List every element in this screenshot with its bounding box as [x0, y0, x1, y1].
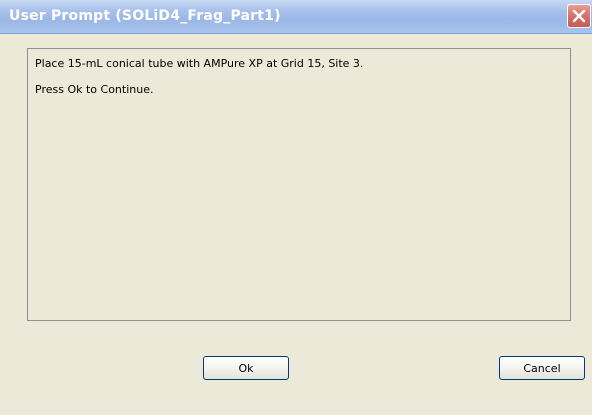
- window-title: User Prompt (SOLiD4_Frag_Part1): [9, 8, 281, 24]
- close-icon: [572, 9, 586, 23]
- instruction-text: Place 15-mL conical tube with AMPure XP …: [35, 57, 364, 70]
- cancel-button[interactable]: Cancel: [499, 356, 585, 380]
- continue-text: Press Ok to Continue.: [35, 83, 154, 96]
- ok-button[interactable]: Ok: [203, 356, 289, 380]
- close-button[interactable]: [567, 4, 591, 28]
- title-bar[interactable]: User Prompt (SOLiD4_Frag_Part1): [0, 0, 592, 34]
- user-prompt-dialog: User Prompt (SOLiD4_Frag_Part1) Place 15…: [0, 0, 592, 415]
- message-panel: Place 15-mL conical tube with AMPure XP …: [27, 48, 571, 321]
